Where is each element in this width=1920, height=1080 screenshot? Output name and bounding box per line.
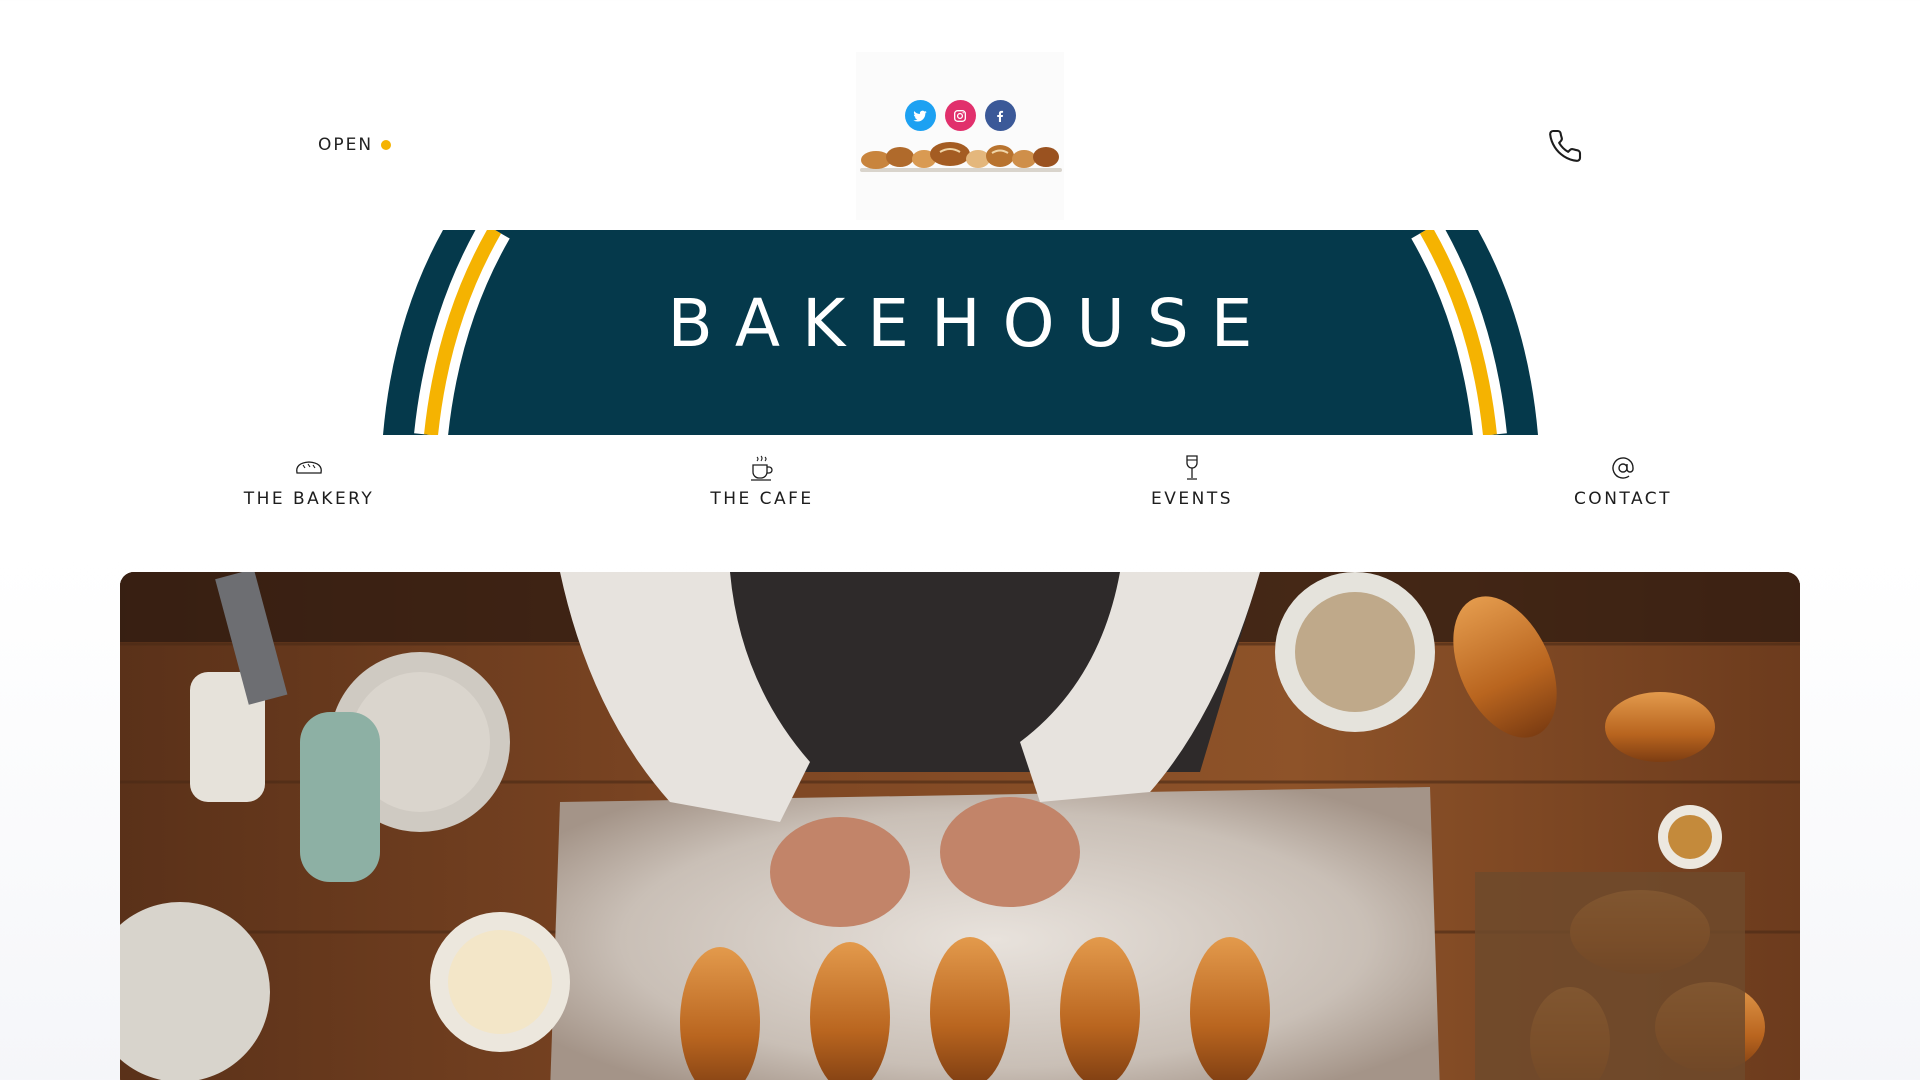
nav-item-label: THE CAFE [710, 489, 814, 509]
site-title: BAKEHOUSE [667, 285, 1275, 362]
instagram-icon[interactable] [944, 100, 976, 131]
nav-item-label: THE BAKERY [243, 489, 375, 509]
coffee-cup-icon [747, 455, 777, 481]
wine-glass-icon [1177, 455, 1207, 481]
social-links [856, 100, 1064, 131]
nav-item-events[interactable]: EVENTS [1072, 455, 1312, 509]
nav-item-label: EVENTS [1150, 489, 1233, 509]
baker-shaping-croissants-photo [120, 572, 1800, 1080]
bread-row-image [860, 142, 1062, 172]
at-sign-icon [1608, 455, 1638, 481]
nav-item-the-bakery[interactable]: THE BAKERY [189, 455, 429, 509]
nav-item-contact[interactable]: CONTACT [1503, 455, 1743, 509]
phone-icon[interactable] [1547, 128, 1583, 164]
nav-item-label: CONTACT [1573, 489, 1673, 509]
open-status: OPEN [318, 135, 392, 155]
open-status-dot [381, 140, 392, 150]
open-status-label: OPEN [318, 135, 374, 155]
nav-item-the-cafe[interactable]: THE CAFE [642, 455, 882, 509]
hero-image [120, 572, 1800, 1080]
bread-icon [294, 455, 324, 481]
facebook-icon[interactable] [984, 100, 1016, 131]
twitter-icon[interactable] [904, 100, 936, 131]
logo[interactable] [856, 52, 1064, 220]
